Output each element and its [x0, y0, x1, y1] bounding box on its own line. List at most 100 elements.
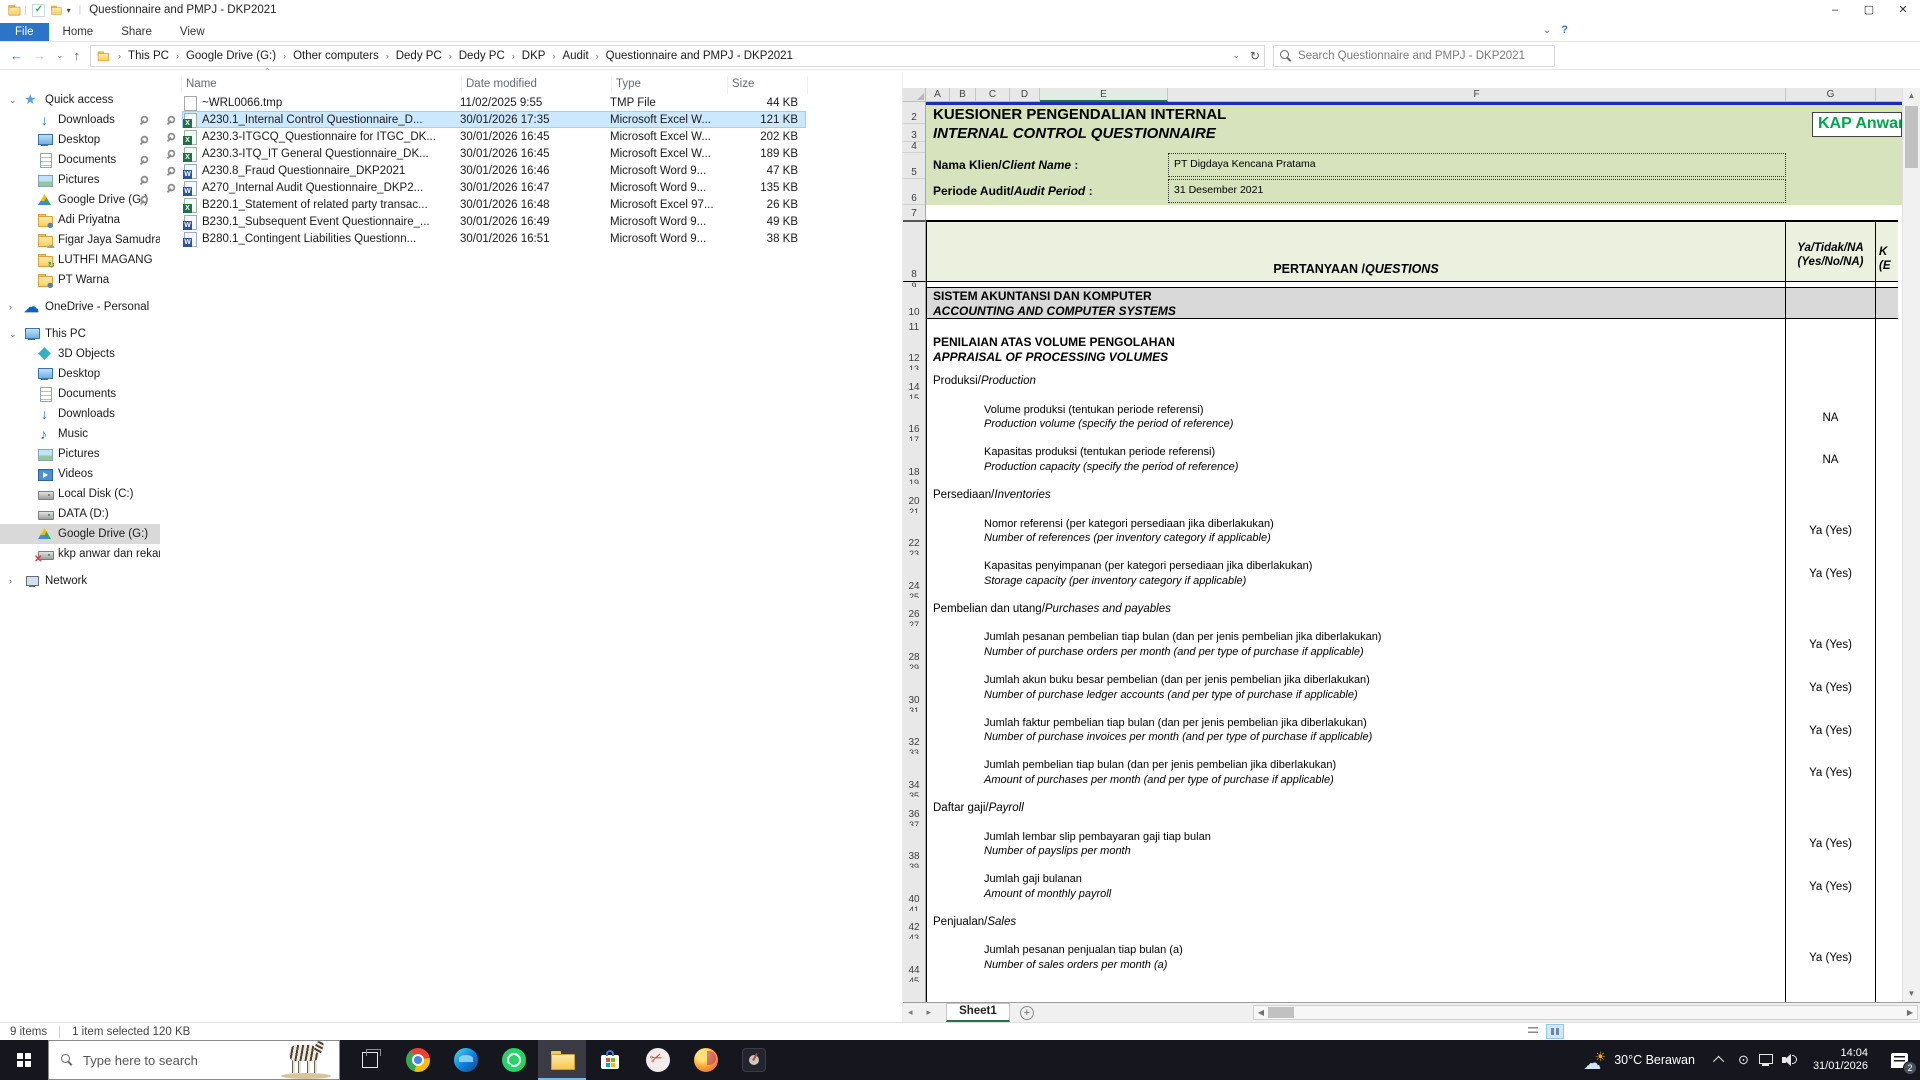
sidebar-item-pictures[interactable]: Pictures [0, 444, 160, 464]
column-header-date-modified[interactable]: Date modified [462, 76, 612, 94]
notification-center-button[interactable]: 2 [1878, 1040, 1920, 1080]
breadcrumb-item[interactable]: This PC [128, 50, 169, 62]
client-name-value[interactable]: PT Digdaya Kencana Pratama [1168, 153, 1786, 177]
search-highlight-zebra-image[interactable] [277, 1039, 335, 1079]
column-header-A[interactable]: A [926, 88, 950, 102]
column-header-C[interactable]: C [976, 88, 1010, 102]
answer-cell[interactable]: Ya (Yes) [1786, 555, 1876, 593]
preview-horizontal-scrollbar[interactable]: ◀ ▶ [1253, 1005, 1918, 1020]
file-row[interactable]: A230.1_Internal Control Questionnaire_D.… [160, 111, 902, 128]
qat-properties-icon[interactable] [32, 4, 45, 17]
tab-home[interactable]: Home [49, 23, 108, 41]
edge-icon[interactable] [442, 1040, 490, 1080]
tab-share[interactable]: Share [107, 23, 166, 41]
sidebar-item-adi-priyatna[interactable]: ☻Adi Priyatna [0, 210, 160, 230]
answer-cell[interactable]: NA [1786, 441, 1876, 479]
file-row[interactable]: B220.1_Statement of related party transa… [160, 196, 902, 213]
up-button[interactable]: ↑ [74, 48, 81, 63]
sidebar-item-pictures[interactable]: Pictures [0, 170, 160, 190]
scroll-down-icon[interactable]: ▼ [1903, 986, 1920, 1002]
chrome-icon[interactable] [394, 1040, 442, 1080]
column-header-B[interactable]: B [950, 88, 976, 102]
file-row[interactable]: B280.1_Contingent Liabilities Questionn.… [160, 230, 902, 247]
file-row[interactable]: A230.3-ITQ_IT General Questionnaire_DK..… [160, 145, 902, 162]
dark-app-icon[interactable] [730, 1040, 778, 1080]
sidebar-item-data-d-[interactable]: DATA (D:) [0, 504, 160, 524]
file-row[interactable]: B230.1_Subsequent Event Questionnaire_..… [160, 213, 902, 230]
select-all-corner[interactable] [903, 88, 926, 102]
network-icon[interactable] [1755, 1040, 1778, 1080]
horizontal-scroll-thumb[interactable] [1268, 1007, 1294, 1018]
column-header-type[interactable]: Type [612, 76, 728, 94]
breadcrumb-item[interactable]: Other computers [293, 50, 379, 62]
breadcrumb-item[interactable]: Google Drive (G:) [186, 50, 276, 62]
sidebar-item-documents[interactable]: Documents [0, 384, 160, 404]
close-button[interactable]: ✕ [1886, 0, 1920, 20]
sidebar-item-3d-objects[interactable]: 3D Objects [0, 344, 160, 364]
sidebar-item-desktop[interactable]: Desktop [0, 364, 160, 384]
clock[interactable]: 14:04 31/01/2026 [1801, 1047, 1878, 1073]
expand-ribbon-icon[interactable]: ⌄ [1543, 25, 1551, 36]
chevron-down-icon[interactable]: ⌄ [9, 329, 17, 340]
sidebar-section-network[interactable]: ›Network [0, 571, 160, 591]
details-view-button[interactable] [1524, 1024, 1542, 1039]
sidebar-item-desktop[interactable]: Desktop [0, 130, 160, 150]
snipping-tool-icon[interactable] [634, 1040, 682, 1080]
add-sheet-icon[interactable]: + [1020, 1006, 1034, 1020]
answer-cell[interactable]: Ya (Yes) [1786, 868, 1876, 906]
breadcrumb-item[interactable]: DKP [522, 50, 546, 62]
column-header-size[interactable]: Size [728, 76, 808, 94]
column-header-F[interactable]: F [1168, 88, 1786, 102]
whatsapp-icon[interactable] [490, 1040, 538, 1080]
sidebar-section-this-pc[interactable]: ⌄This PC [0, 324, 160, 344]
sidebar-section-onedrive-personal[interactable]: ›OneDrive - Personal [0, 297, 160, 317]
preview-vertical-scrollbar[interactable]: ▲ ▼ [1902, 88, 1920, 1002]
file-row[interactable]: A230.8_Fraud Questionnaire_DKP202130/01/… [160, 162, 902, 179]
answer-cell[interactable]: Ya (Yes) [1786, 513, 1876, 551]
minimize-button[interactable]: – [1818, 0, 1852, 20]
sidebar-item-downloads[interactable]: Downloads [0, 110, 160, 130]
column-header-D[interactable]: D [1010, 88, 1040, 102]
column-header-G[interactable]: G [1786, 88, 1876, 102]
breadcrumb-item[interactable]: Audit [562, 50, 588, 62]
sheet-nav-right-icon[interactable]: ▸ [922, 1007, 941, 1018]
qat-customize-chevron-icon[interactable]: ▾ [67, 6, 71, 15]
audit-period-value[interactable]: 31 Desember 2021 [1168, 179, 1786, 203]
column-header-name[interactable]: Name [182, 76, 462, 94]
sidebar-item-downloads[interactable]: Downloads [0, 404, 160, 424]
answer-cell[interactable]: Ya (Yes) [1786, 669, 1876, 707]
sidebar-item-videos[interactable]: Videos [0, 464, 160, 484]
scroll-up-icon[interactable]: ▲ [1903, 88, 1920, 104]
weather-widget[interactable]: ☀☁ 30°C Berawan [1583, 1049, 1709, 1071]
sidebar-item-music[interactable]: Music [0, 424, 160, 444]
forward-button[interactable]: → [33, 48, 46, 63]
tab-file[interactable]: File [0, 23, 49, 41]
sidebar-item-google-drive-g-[interactable]: Google Drive (G:) [0, 190, 160, 210]
scroll-left-icon[interactable]: ◀ [1254, 1008, 1268, 1017]
answer-cell[interactable]: Ya (Yes) [1786, 939, 1876, 977]
sidebar-item-documents[interactable]: Documents [0, 150, 160, 170]
sidebar-item-kkp-anwar-dan-rekan-1[interactable]: ✕kkp anwar dan rekan (\\1 [0, 544, 160, 564]
refresh-icon[interactable]: ↻ [1250, 49, 1260, 63]
answer-cell[interactable]: Ya (Yes) [1786, 712, 1876, 750]
sidebar-item-luthfi-magang[interactable]: ↻LUTHFI MAGANG [0, 250, 160, 270]
volume-icon[interactable] [1778, 1040, 1801, 1080]
address-box[interactable]: ›This PC›Google Drive (G:)›Other compute… [90, 45, 1265, 67]
explorer-search-box[interactable]: Search Questionnaire and PMPJ - DKP2021 [1273, 45, 1555, 67]
file-row[interactable]: A230.3-ITGCQ_Questionnaire for ITGC_DK..… [160, 128, 902, 145]
task-view-icon[interactable] [346, 1040, 394, 1080]
sidebar-item-local-disk-c-[interactable]: Local Disk (C:) [0, 484, 160, 504]
answer-cell[interactable]: NA [1786, 399, 1876, 437]
taskbar-search-box[interactable]: Type here to search [48, 1040, 340, 1080]
file-explorer-icon[interactable] [538, 1040, 586, 1080]
answer-cell[interactable]: Ya (Yes) [1786, 826, 1876, 864]
sidebar-item-pt-warna[interactable]: ☻PT Warna [0, 270, 160, 290]
file-row[interactable]: ~WRL0066.tmp11/02/2025 9:55TMP File44 KB [160, 94, 902, 111]
back-button[interactable]: ← [10, 48, 23, 63]
breadcrumb-item[interactable]: Dedy PC [396, 50, 442, 62]
thumbnail-view-button[interactable] [1546, 1024, 1564, 1039]
microsoft-store-icon[interactable] [586, 1040, 634, 1080]
firefox-icon[interactable] [682, 1040, 730, 1080]
address-dropdown-icon[interactable]: ⌄ [1232, 50, 1240, 61]
sheet-tab[interactable]: Sheet1 [946, 1003, 1010, 1022]
